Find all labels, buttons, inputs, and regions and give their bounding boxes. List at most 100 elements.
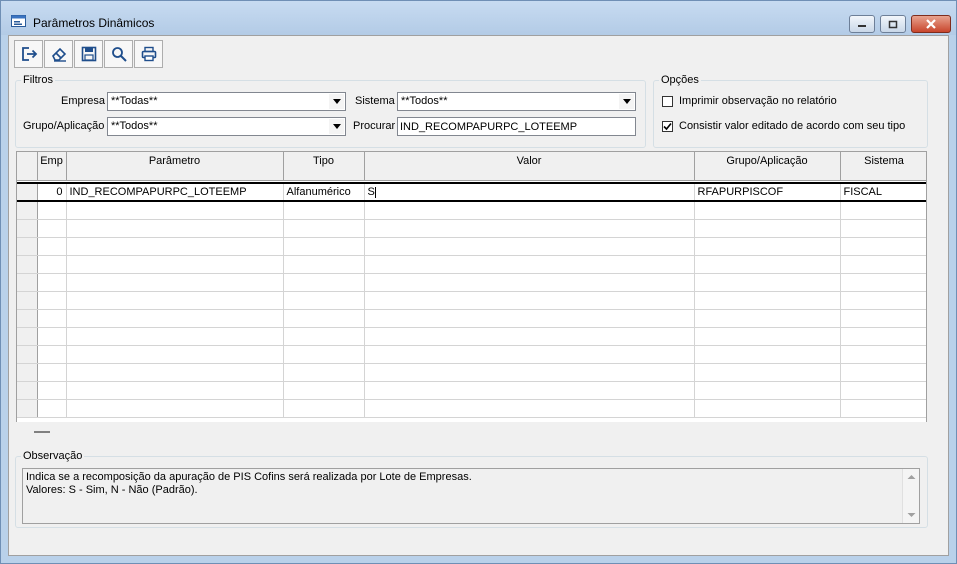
col-header-tipo[interactable]: Tipo (283, 152, 365, 181)
empty-cell[interactable] (37, 381, 67, 400)
table-row[interactable]: 0 IND_RECOMPAPURPC_LOTEEMP Alfanumérico … (17, 182, 926, 202)
empty-cell[interactable] (66, 219, 284, 238)
parameters-grid[interactable]: Emp Parâmetro Tipo Valor Grupo/Aplicação… (16, 151, 927, 441)
chevron-down-icon[interactable] (619, 94, 634, 109)
scroll-down-icon[interactable] (904, 509, 919, 521)
empty-cell[interactable] (66, 309, 284, 328)
empty-cell[interactable] (37, 363, 67, 382)
empty-cell[interactable] (694, 309, 841, 328)
empty-cell[interactable] (364, 291, 695, 310)
empty-cell[interactable] (37, 273, 67, 292)
cell-sistema[interactable]: FISCAL (840, 182, 926, 202)
table-row-empty[interactable] (17, 255, 926, 274)
col-header-emp[interactable]: Emp (37, 152, 67, 181)
empty-cell[interactable] (840, 381, 926, 400)
empty-cell[interactable] (364, 381, 695, 400)
table-row-empty[interactable] (17, 201, 926, 220)
empty-cell[interactable] (66, 291, 284, 310)
empty-cell[interactable] (283, 255, 365, 274)
empty-cell[interactable] (37, 345, 67, 364)
minimize-button[interactable] (849, 15, 875, 33)
empty-cell[interactable] (283, 345, 365, 364)
row-indicator[interactable] (17, 182, 38, 202)
search-button[interactable] (104, 40, 133, 68)
row-indicator[interactable] (17, 327, 38, 346)
table-row-empty[interactable] (17, 309, 926, 328)
empty-cell[interactable] (283, 201, 365, 220)
empty-cell[interactable] (694, 327, 841, 346)
col-header-parametro[interactable]: Parâmetro (66, 152, 284, 181)
empty-cell[interactable] (283, 237, 365, 256)
empty-cell[interactable] (66, 255, 284, 274)
empty-cell[interactable] (37, 237, 67, 256)
imprimir-checkbox[interactable] (662, 96, 673, 107)
close-button[interactable] (911, 15, 951, 33)
empty-cell[interactable] (283, 273, 365, 292)
empty-cell[interactable] (694, 291, 841, 310)
table-row-empty[interactable] (17, 345, 926, 364)
observacao-textarea[interactable]: Indica se a recomposição da apuração de … (22, 468, 920, 524)
empty-cell[interactable] (840, 399, 926, 418)
empty-cell[interactable] (37, 399, 67, 418)
table-row-empty[interactable] (17, 237, 926, 256)
empty-cell[interactable] (364, 327, 695, 346)
cell-tipo[interactable]: Alfanumérico (283, 182, 365, 202)
empty-cell[interactable] (364, 399, 695, 418)
row-indicator[interactable] (17, 201, 38, 220)
exit-button[interactable] (14, 40, 43, 68)
empty-cell[interactable] (66, 381, 284, 400)
empty-cell[interactable] (283, 291, 365, 310)
table-row-empty[interactable] (17, 273, 926, 292)
cell-parametro[interactable]: IND_RECOMPAPURPC_LOTEEMP (66, 182, 284, 202)
clear-button[interactable] (44, 40, 73, 68)
empty-cell[interactable] (694, 219, 841, 238)
empty-cell[interactable] (37, 309, 67, 328)
row-indicator[interactable] (17, 291, 38, 310)
title-bar[interactable]: Parâmetros Dinâmicos (1, 1, 956, 35)
empty-cell[interactable] (283, 309, 365, 328)
cell-grupo[interactable]: RFAPURPISCOF (694, 182, 841, 202)
empty-cell[interactable] (694, 345, 841, 364)
empty-cell[interactable] (840, 291, 926, 310)
empty-cell[interactable] (694, 255, 841, 274)
row-indicator[interactable] (17, 237, 38, 256)
empty-cell[interactable] (694, 381, 841, 400)
row-indicator[interactable] (17, 363, 38, 382)
empty-cell[interactable] (840, 219, 926, 238)
empty-cell[interactable] (364, 201, 695, 220)
empty-cell[interactable] (37, 219, 67, 238)
empty-cell[interactable] (694, 273, 841, 292)
empty-cell[interactable] (364, 345, 695, 364)
empty-cell[interactable] (283, 219, 365, 238)
row-indicator[interactable] (17, 309, 38, 328)
imprimir-label[interactable]: Imprimir observação no relatório (679, 95, 837, 107)
col-header-sistema[interactable]: Sistema (840, 152, 926, 181)
empty-cell[interactable] (840, 363, 926, 382)
row-indicator[interactable] (17, 399, 38, 418)
empty-cell[interactable] (364, 273, 695, 292)
empty-cell[interactable] (37, 255, 67, 274)
empty-cell[interactable] (840, 237, 926, 256)
empty-cell[interactable] (66, 345, 284, 364)
consistir-checkbox[interactable] (662, 121, 673, 132)
empty-cell[interactable] (66, 327, 284, 346)
table-row-empty[interactable] (17, 399, 926, 418)
empty-cell[interactable] (364, 237, 695, 256)
table-row-empty[interactable] (17, 363, 926, 382)
empty-cell[interactable] (37, 327, 67, 346)
empty-cell[interactable] (840, 273, 926, 292)
table-row-empty[interactable] (17, 381, 926, 400)
procurar-input[interactable] (397, 117, 636, 136)
chevron-down-icon[interactable] (329, 119, 344, 134)
empty-cell[interactable] (37, 201, 67, 220)
row-indicator[interactable] (17, 273, 38, 292)
empty-cell[interactable] (364, 363, 695, 382)
empty-cell[interactable] (364, 219, 695, 238)
empty-cell[interactable] (283, 363, 365, 382)
empty-cell[interactable] (283, 381, 365, 400)
empty-cell[interactable] (283, 327, 365, 346)
empty-cell[interactable] (840, 201, 926, 220)
cell-valor[interactable]: S (364, 182, 695, 202)
empty-cell[interactable] (66, 237, 284, 256)
empresa-select[interactable]: **Todas** (107, 92, 346, 111)
